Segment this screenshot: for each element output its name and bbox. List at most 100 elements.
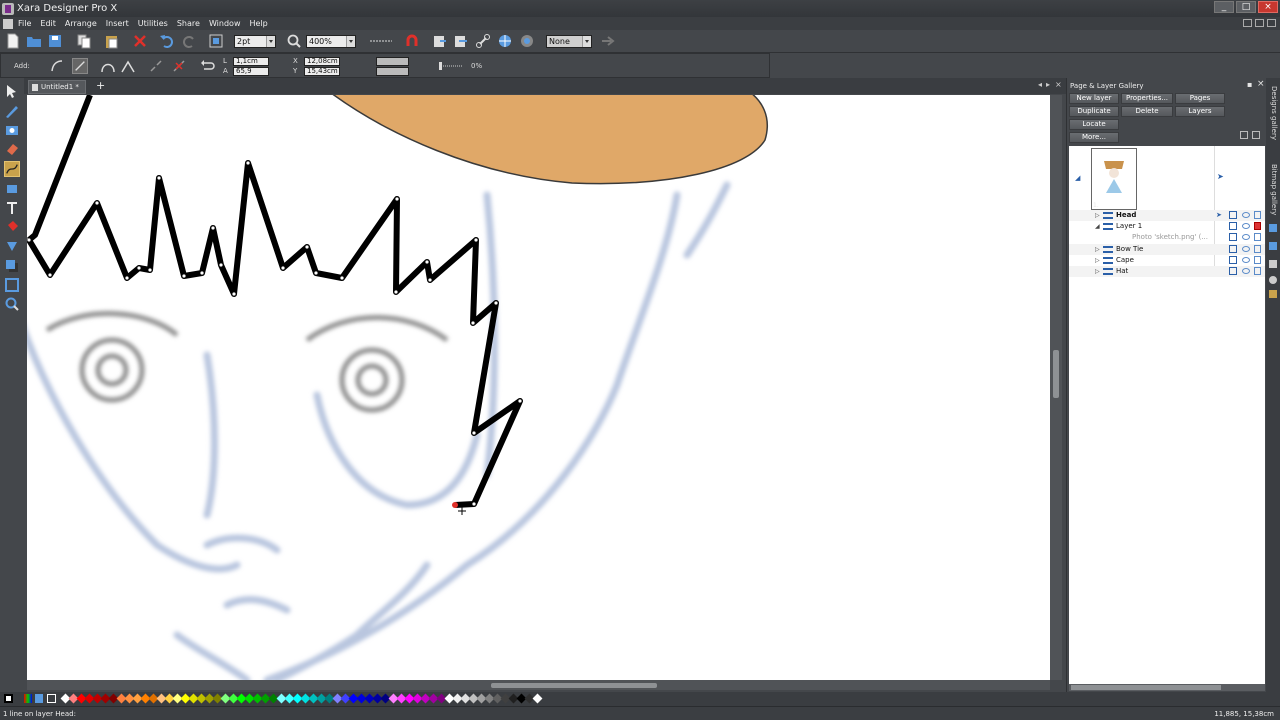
no-color-swatch[interactable] [4, 694, 13, 703]
menu-window[interactable]: Window [209, 19, 241, 28]
layer-fx-icon[interactable] [1229, 267, 1237, 275]
vertical-scrollbar[interactable] [1050, 95, 1062, 680]
app-icon[interactable] [2, 2, 14, 15]
straight-line-icon[interactable] [72, 58, 88, 74]
lock-icon[interactable] [1254, 222, 1261, 230]
menu-file[interactable]: File [18, 19, 31, 28]
gallery-icon-4[interactable] [1269, 276, 1277, 284]
menu-share[interactable]: Share [177, 19, 200, 28]
add-tab-button[interactable]: + [96, 80, 105, 92]
vertical-scroll-thumb[interactable] [1053, 350, 1059, 398]
lock-icon[interactable] [1254, 245, 1261, 253]
layer-fx-icon[interactable] [1229, 211, 1237, 219]
pages-button[interactable]: Pages [1175, 93, 1225, 104]
rectangle-tool-icon[interactable] [4, 181, 20, 197]
line-color-field[interactable] [376, 57, 409, 66]
tab-untitled1[interactable]: Untitled1 * [28, 80, 86, 94]
tab-close-icon[interactable]: × [1055, 80, 1062, 89]
gallery-icon-3[interactable] [1269, 260, 1277, 268]
chevron-down-icon[interactable] [266, 36, 275, 47]
paste-icon[interactable] [104, 33, 120, 49]
gallery-scroll-thumb[interactable] [1071, 685, 1221, 690]
length-field[interactable]: 1,1cm [233, 57, 269, 66]
gallery-option-icon[interactable] [1240, 131, 1248, 139]
link-icon[interactable] [475, 33, 491, 49]
pin-icon[interactable]: ▪ [1247, 80, 1252, 89]
layer-fx-icon[interactable] [1229, 222, 1237, 230]
minimize-icon[interactable]: _ [1214, 1, 1234, 13]
publish-icon[interactable] [519, 33, 535, 49]
expand-icon[interactable]: ▷ [1095, 255, 1100, 266]
document-menu-icon[interactable] [3, 18, 13, 29]
redo-icon[interactable] [181, 33, 197, 49]
selector-tool-icon[interactable] [4, 83, 20, 99]
expand-icon[interactable]: ▷ [1095, 244, 1100, 255]
transform-icon[interactable] [208, 33, 224, 49]
undo-icon[interactable] [159, 33, 175, 49]
more-button[interactable]: More... [1069, 132, 1119, 143]
visibility-eye-icon[interactable] [1242, 212, 1250, 218]
menu-insert[interactable]: Insert [106, 19, 129, 28]
locate-button[interactable]: Locate [1069, 119, 1119, 130]
menu-arrange[interactable]: Arrange [65, 19, 97, 28]
fill-color-field[interactable] [376, 67, 409, 76]
doc-minimize-icon[interactable] [1243, 19, 1252, 27]
new-document-icon[interactable] [5, 33, 21, 49]
fill-style-select[interactable]: None [546, 35, 592, 48]
smooth-icon[interactable] [100, 58, 116, 74]
zoom-icon[interactable] [286, 33, 302, 49]
save-icon[interactable] [47, 33, 63, 49]
y-field[interactable]: 15,43cm [304, 67, 340, 76]
layer-row-cape[interactable]: ▷ Cape [1069, 255, 1265, 266]
duplicate-button[interactable]: Duplicate [1069, 106, 1119, 117]
expand-icon[interactable]: ▷ [1095, 210, 1100, 221]
horizontal-scroll-thumb[interactable] [491, 683, 657, 688]
break-icon[interactable] [148, 58, 164, 74]
import-icon[interactable] [432, 33, 448, 49]
copy-icon[interactable] [76, 33, 92, 49]
menu-edit[interactable]: Edit [40, 19, 56, 28]
layer-row-head[interactable]: ▷ Head ➤ [1069, 210, 1265, 221]
properties-button[interactable]: Properties... [1121, 93, 1173, 104]
layer-fx-icon[interactable] [1229, 245, 1237, 253]
tab-prev-icon[interactable]: ◂ [1038, 80, 1042, 89]
collapse-icon[interactable]: ◢ [1095, 221, 1100, 232]
line-width-select[interactable]: 2pt [234, 35, 276, 48]
line-style-icon[interactable] [368, 33, 394, 49]
lock-icon[interactable] [1254, 267, 1261, 275]
maximize-icon[interactable]: □ [1236, 1, 1256, 13]
page-expand-icon[interactable]: ◢ [1075, 174, 1080, 182]
chevron-right-icon[interactable] [582, 36, 591, 47]
delete-icon[interactable] [132, 33, 148, 49]
transparency-slider[interactable] [437, 58, 465, 74]
visibility-eye-icon[interactable] [1242, 246, 1250, 252]
freehand-tool-icon[interactable] [4, 103, 20, 119]
visibility-eye-icon[interactable] [1242, 223, 1250, 229]
delete-button[interactable]: Delete [1121, 106, 1173, 117]
fill-tool-icon[interactable] [4, 219, 20, 235]
doc-restore-icon[interactable] [1255, 19, 1264, 27]
layer-fx-icon[interactable] [1229, 256, 1237, 264]
hair-line-left[interactable] [27, 95, 93, 243]
layers-button[interactable]: Layers [1175, 106, 1225, 117]
gallery-icon-5[interactable] [1269, 290, 1277, 298]
mould-tool-icon[interactable] [4, 277, 20, 293]
bitmap-gallery-tab[interactable]: Bitmap gallery [1268, 164, 1278, 215]
new-layer-button[interactable]: New layer [1069, 93, 1119, 104]
lock-icon[interactable] [1254, 256, 1261, 264]
gallery-scrollbar[interactable] [1069, 684, 1265, 691]
eyedropper-icon[interactable] [35, 694, 43, 703]
arrow-right-icon[interactable] [600, 33, 616, 49]
color-swatch[interactable] [532, 693, 543, 704]
endpoint-marker[interactable] [452, 502, 458, 508]
chevron-down-icon[interactable] [346, 36, 355, 47]
shadow-tool-icon[interactable] [4, 258, 20, 274]
hair-zigzag-path[interactable] [27, 160, 523, 508]
drawing-canvas[interactable] [27, 95, 1050, 680]
layer-row-bow-tie[interactable]: ▷ Bow Tie [1069, 244, 1265, 255]
close-icon[interactable]: × [1258, 1, 1278, 13]
menu-utilities[interactable]: Utilities [138, 19, 168, 28]
export-icon[interactable] [453, 33, 469, 49]
designs-gallery-tab[interactable]: Designs gallery [1268, 86, 1278, 140]
reverse-path-icon[interactable] [199, 58, 215, 74]
